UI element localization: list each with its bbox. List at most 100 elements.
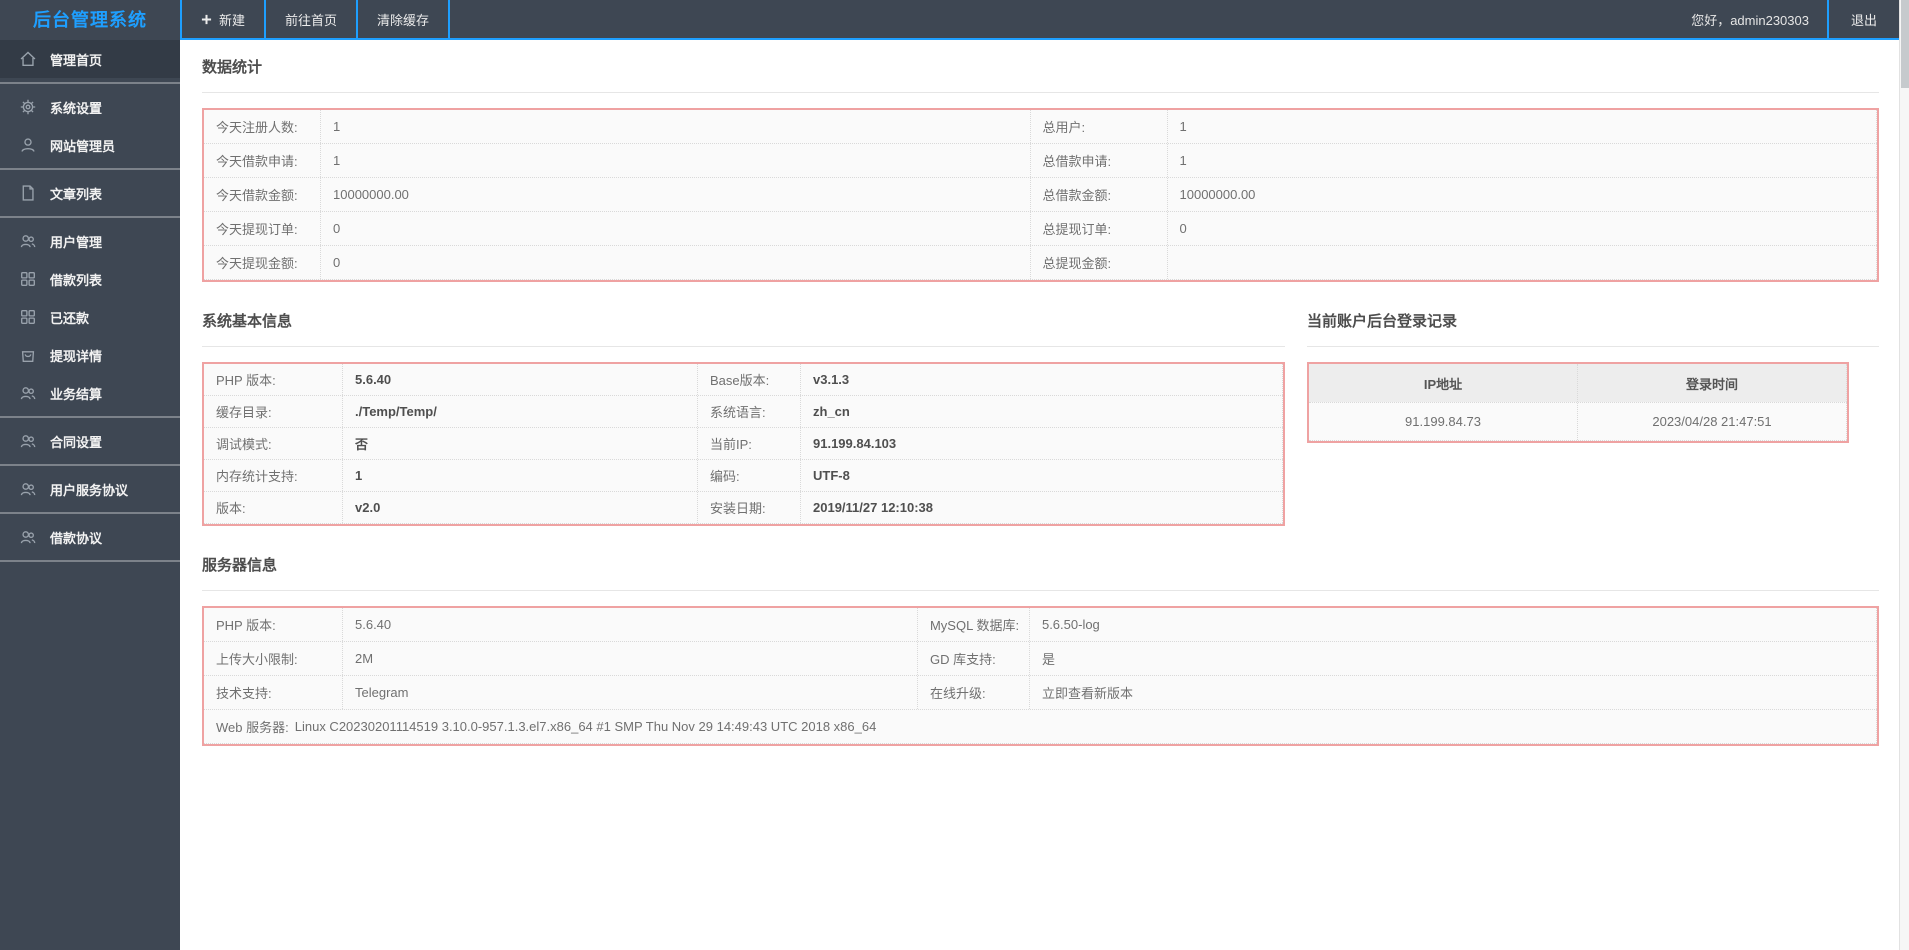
info-label: 调试模式: xyxy=(204,428,343,459)
go-frontend-button[interactable]: 前往首页 xyxy=(266,0,359,38)
info-value: 1 xyxy=(343,460,698,491)
info-value: UTF-8 xyxy=(801,460,1283,491)
server-value: 2M xyxy=(343,642,918,675)
users-icon xyxy=(19,232,37,250)
top-nav: 新建 前往首页 清除缓存 您好，admin230303 退出 xyxy=(180,0,1909,40)
check-new-version-link[interactable]: 立即查看新版本 xyxy=(1042,683,1133,702)
server-label: PHP 版本: xyxy=(204,608,343,641)
info-value: zh_cn xyxy=(801,396,1283,427)
table-footer-row: Web 服务器: Linux C20230201114519 3.10.0-95… xyxy=(204,710,1877,744)
stat-value: 0 xyxy=(1168,212,1877,245)
table-row: 上传大小限制: 2M GD 库支持: 是 xyxy=(204,642,1877,676)
bag-icon xyxy=(19,346,37,364)
top-nav-buttons: 新建 前往首页 清除缓存 xyxy=(180,0,451,38)
stat-value: 0 xyxy=(321,246,1031,279)
users-icon xyxy=(19,432,37,450)
info-label: 系统语言: xyxy=(698,396,801,427)
stat-label: 总提现金额: xyxy=(1031,246,1168,279)
stats-table: 今天注册人数: 1 总用户: 1 今天借款申请: 1 总借款申请: 1 今天借款… xyxy=(202,108,1879,282)
stat-label: 今天提现金额: xyxy=(204,246,321,279)
top-right: 您好，admin230303 退出 xyxy=(1691,0,1899,38)
info-value: 2019/11/27 12:10:38 xyxy=(801,492,1283,523)
stat-label: 今天提现订单: xyxy=(204,212,321,245)
system-info-table: PHP 版本: 5.6.40 Base版本: v3.1.3 缓存目录: ./Te… xyxy=(202,362,1285,526)
sidebar-item-articles[interactable]: 文章列表 xyxy=(0,174,180,212)
server-value: Telegram xyxy=(343,676,918,709)
table-row: 91.199.84.73 2023/04/28 21:47:51 xyxy=(1309,403,1847,441)
login-log-table: IP地址 登录时间 91.199.84.73 2023/04/28 21:47:… xyxy=(1307,362,1849,443)
new-button[interactable]: 新建 xyxy=(182,0,267,38)
table-row: 版本: v2.0 安装日期: 2019/11/27 12:10:38 xyxy=(204,492,1283,524)
stat-value: 10000000.00 xyxy=(321,178,1031,211)
info-label: 当前IP: xyxy=(698,428,801,459)
server-label: 在线升级: xyxy=(918,676,1030,709)
sidebar-item-user-service-agreement[interactable]: 用户服务协议 xyxy=(0,470,180,508)
gear-icon xyxy=(19,98,37,116)
logout-button[interactable]: 退出 xyxy=(1826,0,1899,38)
grid-icon xyxy=(19,270,37,288)
info-label: 缓存目录: xyxy=(204,396,343,427)
login-ip-value: 91.199.84.73 xyxy=(1309,403,1578,440)
sidebar-item-dashboard[interactable]: 管理首页 xyxy=(0,40,180,78)
clear-cache-button[interactable]: 清除缓存 xyxy=(358,0,451,38)
stat-label: 总用户: xyxy=(1031,110,1168,143)
grid-icon xyxy=(19,308,37,326)
sidebar-item-withdraw-details[interactable]: 提现详情 xyxy=(0,336,180,374)
sidebar-item-loan-list[interactable]: 借款列表 xyxy=(0,260,180,298)
table-row: 今天借款申请: 1 总借款申请: 1 xyxy=(204,144,1877,178)
sidebar-divider xyxy=(0,560,180,562)
stat-value: 1 xyxy=(321,144,1031,177)
admin-app: 后台管理系统 新建 前往首页 清除缓存 您好，admin230303 退出 管理… xyxy=(0,0,1909,950)
web-server-label: Web 服务器: xyxy=(216,720,289,735)
info-label: PHP 版本: xyxy=(204,364,343,395)
server-label: 技术支持: xyxy=(204,676,343,709)
home-icon xyxy=(19,50,37,68)
sidebar-item-user-management[interactable]: 用户管理 xyxy=(0,222,180,260)
system-info-title: 系统基本信息 xyxy=(202,312,1285,347)
stats-section: 数据统计 今天注册人数: 1 总用户: 1 今天借款申请: 1 总借款申请: 1… xyxy=(202,58,1879,282)
info-value: 5.6.40 xyxy=(343,364,698,395)
server-label: MySQL 数据库: xyxy=(918,608,1030,641)
table-row: PHP 版本: 5.6.40 MySQL 数据库: 5.6.50-log xyxy=(204,608,1877,642)
table-row: 今天提现订单: 0 总提现订单: 0 xyxy=(204,212,1877,246)
sidebar-item-system-settings[interactable]: 系统设置 xyxy=(0,88,180,126)
server-info-table: PHP 版本: 5.6.40 MySQL 数据库: 5.6.50-log 上传大… xyxy=(202,606,1879,746)
server-value: 是 xyxy=(1030,642,1877,675)
top-bar: 后台管理系统 新建 前往首页 清除缓存 您好，admin230303 退出 xyxy=(0,0,1909,40)
sidebar-item-business-settlement[interactable]: 业务结算 xyxy=(0,374,180,412)
users-icon xyxy=(19,384,37,402)
sidebar-item-repaid[interactable]: 已还款 xyxy=(0,298,180,336)
sidebar-item-contract-settings[interactable]: 合同设置 xyxy=(0,422,180,460)
server-value: 立即查看新版本 xyxy=(1030,676,1877,709)
table-row: PHP 版本: 5.6.40 Base版本: v3.1.3 xyxy=(204,364,1283,396)
sidebar-item-loan-agreement[interactable]: 借款协议 xyxy=(0,518,180,556)
new-button-label: 新建 xyxy=(219,12,246,28)
info-row: 系统基本信息 PHP 版本: 5.6.40 Base版本: v3.1.3 缓存目… xyxy=(202,312,1879,526)
vertical-scrollbar[interactable] xyxy=(1899,0,1909,950)
stat-value: 10000000.00 xyxy=(1168,178,1877,211)
info-label: 内存统计支持: xyxy=(204,460,343,491)
info-label: Base版本: xyxy=(698,364,801,395)
stat-label: 今天借款申请: xyxy=(204,144,321,177)
stat-value xyxy=(1168,246,1877,279)
info-value: ./Temp/Temp/ xyxy=(343,396,698,427)
scrollbar-thumb[interactable] xyxy=(1901,0,1909,88)
server-value: 5.6.40 xyxy=(343,608,918,641)
table-row: 技术支持: Telegram 在线升级: 立即查看新版本 xyxy=(204,676,1877,710)
table-row: 调试模式: 否 当前IP: 91.199.84.103 xyxy=(204,428,1283,460)
server-info-title: 服务器信息 xyxy=(202,556,1879,591)
login-log-title: 当前账户后台登录记录 xyxy=(1307,312,1879,347)
stat-value: 1 xyxy=(1168,144,1877,177)
table-row: 内存统计支持: 1 编码: UTF-8 xyxy=(204,460,1283,492)
stat-value: 1 xyxy=(321,110,1031,143)
login-time-value: 2023/04/28 21:47:51 xyxy=(1578,403,1847,440)
plus-icon xyxy=(201,14,212,25)
info-value: 91.199.84.103 xyxy=(801,428,1283,459)
server-label: 上传大小限制: xyxy=(204,642,343,675)
table-row: 缓存目录: ./Temp/Temp/ 系统语言: zh_cn xyxy=(204,396,1283,428)
file-icon xyxy=(19,184,37,202)
sidebar-divider xyxy=(0,464,180,466)
table-row: 今天注册人数: 1 总用户: 1 xyxy=(204,110,1877,144)
sidebar-divider xyxy=(0,82,180,84)
sidebar-item-site-admins[interactable]: 网站管理员 xyxy=(0,126,180,164)
